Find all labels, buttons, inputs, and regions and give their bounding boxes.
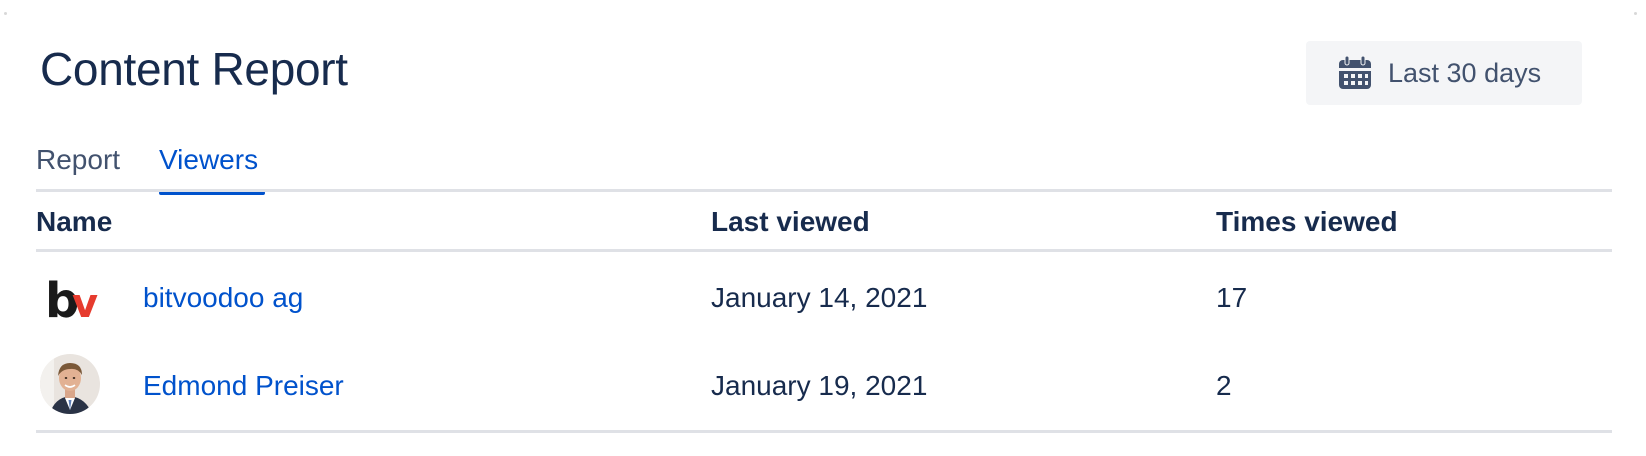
viewer-name-link[interactable]: Edmond Preiser <box>143 370 344 402</box>
column-header-last-viewed[interactable]: Last viewed <box>711 206 870 238</box>
column-header-times-viewed[interactable]: Times viewed <box>1216 206 1398 238</box>
page-title: Content Report <box>40 43 348 95</box>
corner-marker <box>4 12 7 15</box>
table-row: b v bitvoodoo ag January 14, 2021 17 <box>0 254 1646 342</box>
bitvoodoo-logo: b v <box>45 273 98 328</box>
logo-letter-v: v <box>72 281 98 327</box>
viewer-name-link[interactable]: bitvoodoo ag <box>143 282 303 314</box>
last-viewed-date: January 19, 2021 <box>711 370 928 401</box>
tab-report[interactable]: Report <box>36 144 120 176</box>
table-bottom-divider <box>36 430 1612 433</box>
tab-viewers[interactable]: Viewers <box>159 144 258 176</box>
last-viewed-date: January 14, 2021 <box>711 282 928 313</box>
calendar-icon <box>1339 55 1371 89</box>
user-avatar <box>40 354 100 414</box>
corner-marker <box>1634 12 1637 15</box>
table-row: Edmond Preiser January 19, 2021 2 <box>0 342 1646 430</box>
user-photo <box>40 354 100 414</box>
date-range-button[interactable]: Last 30 days <box>1306 41 1582 105</box>
date-range-label: Last 30 days <box>1388 57 1542 88</box>
tab-divider <box>36 189 1612 192</box>
column-header-name[interactable]: Name <box>36 206 112 238</box>
times-viewed-count: 17 <box>1216 282 1248 313</box>
bitvoodoo-logo-avatar: b v <box>40 268 100 328</box>
times-viewed-count: 2 <box>1216 370 1232 401</box>
content-report-panel: Content Report Last 30 days Report Viewe… <box>0 0 1646 456</box>
header-divider <box>36 249 1612 252</box>
